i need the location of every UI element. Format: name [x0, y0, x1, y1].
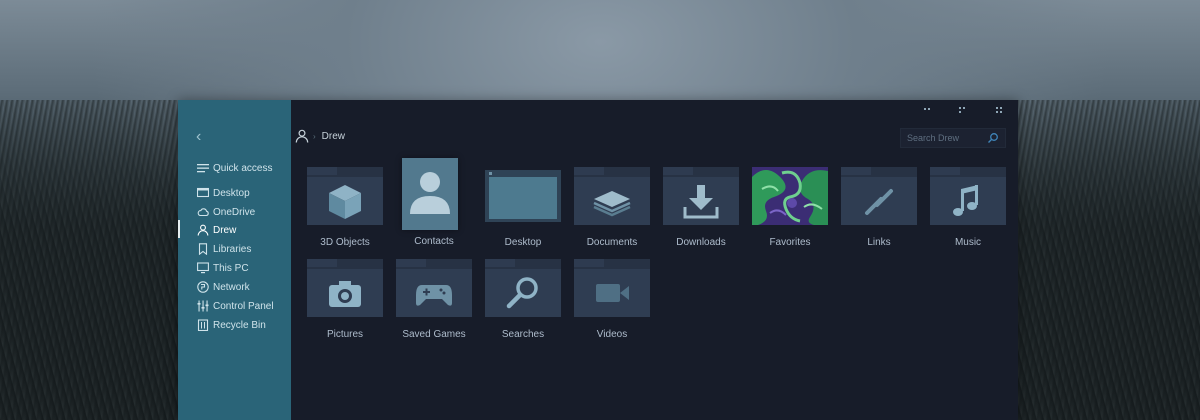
folder-tab — [307, 259, 337, 267]
folder-art — [307, 259, 383, 321]
layers-icon — [574, 177, 650, 225]
folder-label: Music — [954, 237, 982, 248]
folder-label: Desktop — [504, 237, 542, 248]
search-placeholder: Search Drew — [907, 133, 960, 143]
sidebar-item-network[interactable]: Network — [196, 278, 250, 296]
folder-tab — [574, 167, 604, 175]
folder-3d-objects[interactable]: 3D Objects — [305, 167, 385, 259]
folder-art — [841, 167, 917, 229]
monitor-icon — [196, 261, 210, 275]
sidebar-item-drew[interactable]: Drew — [196, 221, 236, 239]
folder-art — [396, 158, 472, 230]
folder-downloads[interactable]: Downloads — [661, 167, 741, 259]
window-dot — [489, 172, 492, 175]
sidebar-item-libraries[interactable]: Libraries — [196, 240, 251, 258]
file-explorer-window: ‹ Quick access Desktop OneDrive Drew Lib… — [178, 100, 1018, 420]
back-arrow-icon[interactable]: ‹ — [196, 128, 210, 146]
download-icon — [663, 177, 739, 225]
menu-icon — [196, 161, 210, 175]
folder-art — [752, 167, 828, 229]
close-button[interactable] — [996, 107, 1002, 113]
sidebar-item-label: Libraries — [213, 243, 252, 255]
cube-icon — [307, 177, 383, 225]
folder-links[interactable]: Links — [839, 167, 919, 259]
sidebar-item-label: Network — [213, 281, 250, 293]
folder-tab — [307, 167, 337, 175]
folder-label: Saved Games — [402, 329, 466, 340]
folder-art — [574, 167, 650, 229]
music-note-icon — [930, 177, 1006, 225]
folder-art — [396, 259, 472, 321]
gamepad-icon — [396, 269, 472, 317]
sidebar: ‹ Quick access Desktop OneDrive Drew Lib… — [178, 100, 291, 420]
folder-tab — [841, 167, 871, 175]
cloud-icon — [196, 205, 210, 219]
sidebar-item-onedrive[interactable]: OneDrive — [196, 203, 255, 221]
folder-art — [930, 167, 1006, 229]
sidebar-item-label: Control Panel — [213, 300, 274, 312]
folder-label: Downloads — [676, 237, 726, 248]
maximize-button[interactable] — [959, 107, 965, 113]
network-icon — [196, 280, 210, 294]
folder-music[interactable]: Music — [928, 167, 1008, 259]
folder-pictures[interactable]: Pictures — [305, 259, 385, 351]
sidebar-item-label: Quick access — [213, 162, 273, 174]
folder-videos[interactable]: Videos — [572, 259, 652, 351]
folder-contacts[interactable]: Contacts — [394, 158, 474, 250]
folder-tab — [485, 259, 515, 267]
minimize-button[interactable] — [924, 108, 930, 110]
folder-art — [663, 167, 739, 229]
folder-art — [485, 167, 561, 229]
folder-label: Documents — [586, 237, 638, 248]
folder-label: Contacts — [414, 236, 454, 247]
camera-icon — [307, 269, 383, 317]
sliders-icon — [196, 299, 210, 313]
folder-desktop[interactable]: Desktop — [483, 167, 563, 259]
sidebar-item-label: Recycle Bin — [213, 319, 266, 331]
folder-label: Videos — [596, 329, 628, 340]
trash-icon — [196, 318, 210, 332]
sidebar-item-control-panel[interactable]: Control Panel — [196, 297, 274, 315]
folder-tab — [574, 259, 604, 267]
folder-favorites[interactable]: Favorites — [750, 167, 830, 259]
chevron-right-icon: › — [313, 131, 316, 141]
video-camera-icon — [574, 269, 650, 317]
folder-art — [574, 259, 650, 321]
link-icon — [841, 177, 917, 225]
bookmark-icon — [196, 242, 210, 256]
sidebar-item-recycle-bin[interactable]: Recycle Bin — [196, 316, 266, 334]
user-icon — [196, 223, 210, 237]
search-input[interactable]: Search Drew — [900, 128, 1006, 148]
search-icon[interactable] — [987, 132, 999, 144]
folder-label: 3D Objects — [320, 237, 370, 248]
breadcrumb-location: Drew — [321, 130, 346, 142]
breadcrumb[interactable]: › Drew — [295, 129, 345, 143]
contact-card-icon — [402, 158, 458, 230]
folder-saved-games[interactable]: Saved Games — [394, 259, 474, 351]
folder-tab — [930, 167, 960, 175]
magnifier-icon — [485, 269, 561, 317]
favorites-thumbnail — [752, 167, 828, 225]
sidebar-item-desktop[interactable]: Desktop — [196, 184, 250, 202]
folder-label: Links — [867, 237, 891, 248]
folder-art — [307, 167, 383, 229]
folder-documents[interactable]: Documents — [572, 167, 652, 259]
folder-tab — [663, 167, 693, 175]
desktop-window-icon — [489, 177, 557, 219]
folder-searches[interactable]: Searches — [483, 259, 563, 351]
selected-indicator — [178, 220, 180, 238]
sidebar-item-this-pc[interactable]: This PC — [196, 259, 249, 277]
desktop-icon — [196, 186, 210, 200]
sidebar-item-label: Desktop — [213, 187, 250, 199]
user-icon — [295, 129, 309, 143]
sidebar-item-label: OneDrive — [213, 206, 256, 218]
folder-label: Pictures — [326, 329, 364, 340]
folder-tab — [396, 259, 426, 267]
sidebar-item-quick-access[interactable]: Quick access — [196, 159, 272, 177]
sidebar-item-label: This PC — [213, 262, 249, 274]
folder-label: Favorites — [769, 237, 811, 248]
folder-label: Searches — [501, 329, 545, 340]
folder-art — [485, 259, 561, 321]
sidebar-item-label: Drew — [213, 224, 237, 236]
